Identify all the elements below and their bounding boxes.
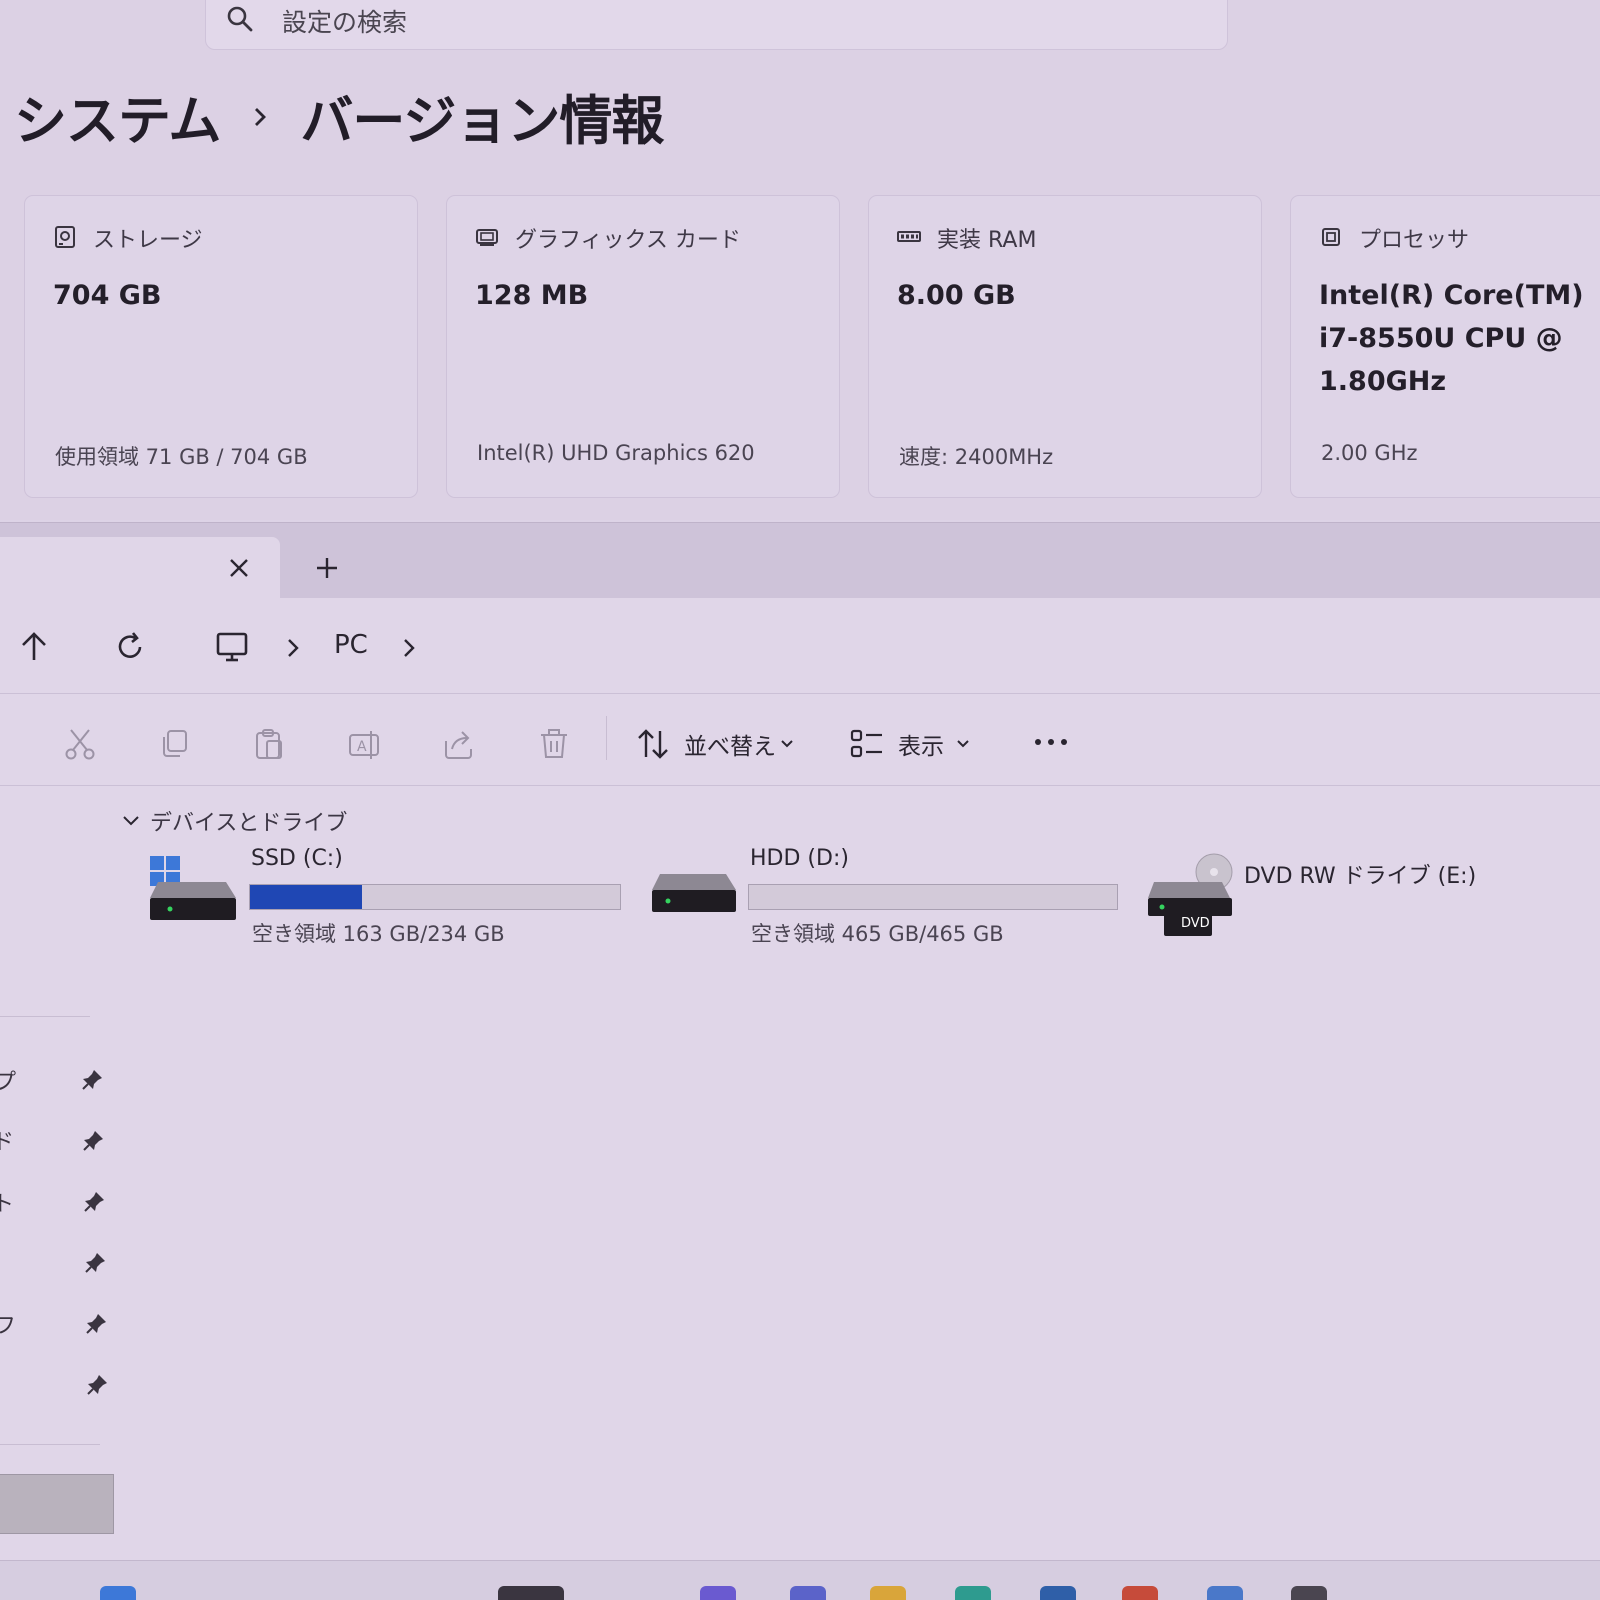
toolbar-divider	[606, 716, 607, 760]
copy-icon[interactable]	[158, 727, 192, 761]
graphics-card[interactable]: グラフィックス カード 128 MB Intel(R) UHD Graphics…	[446, 195, 840, 498]
card-label: グラフィックス カード	[515, 228, 741, 253]
drive-name: DVD RW ドライブ (E:)	[1244, 864, 1477, 889]
drive-name: SSD (C:)	[251, 846, 343, 871]
rename-icon[interactable]: A	[347, 727, 381, 761]
search-placeholder: 設定の検索	[282, 8, 408, 37]
page-title: バージョン情報	[300, 91, 664, 152]
drive-free-space: 空き領域 465 GB/465 GB	[751, 922, 1004, 946]
drive-name: HDD (D:)	[750, 846, 849, 871]
sort-button[interactable]: 並べ替え	[684, 727, 776, 761]
breadcrumb: システム バージョン情報	[14, 79, 664, 155]
pin-icon[interactable]	[83, 1251, 107, 1275]
card-subtext: 使用領域 71 GB / 704 GB	[55, 445, 308, 469]
chevron-right-icon	[255, 108, 267, 126]
card-subtext: 速度: 2400MHz	[899, 445, 1054, 469]
card-value: Intel(R) Core(TM) i7-8550U CPU @ 1.80GHz	[1319, 280, 1584, 397]
card-subtext: 2.00 GHz	[1321, 441, 1418, 465]
share-icon[interactable]	[442, 727, 476, 761]
drive-usage-fill	[250, 885, 363, 909]
pin-icon[interactable]	[85, 1373, 109, 1397]
mail-taskbar-icon[interactable]	[1207, 1586, 1243, 1600]
cut-icon[interactable]	[63, 727, 97, 761]
chevron-right-icon[interactable]	[284, 638, 302, 658]
card-value: 8.00 GB	[897, 280, 1016, 311]
drive-free-space: 空き領域 163 GB/234 GB	[252, 922, 505, 946]
start-button[interactable]	[100, 1586, 136, 1600]
windows-drive-icon	[150, 856, 236, 920]
delete-icon[interactable]	[537, 727, 571, 761]
search-icon	[227, 6, 253, 32]
breadcrumb-system[interactable]: システム	[14, 79, 221, 155]
chevron-right-icon[interactable]	[400, 638, 418, 658]
card-value: 704 GB	[53, 280, 162, 311]
view-icon[interactable]	[850, 727, 884, 761]
processor-card[interactable]: プロセッサ Intel(R) Core(TM) i7-8550U CPU @ 1…	[1290, 195, 1600, 498]
address-location[interactable]: PC	[334, 630, 368, 660]
pin-icon[interactable]	[84, 1312, 108, 1336]
settings-taskbar-icon[interactable]	[1291, 1586, 1327, 1600]
chevron-down-icon[interactable]	[780, 738, 794, 750]
sidebar-divider	[0, 1444, 100, 1445]
more-options-icon[interactable]	[1034, 735, 1068, 749]
pin-icon[interactable]	[80, 1068, 104, 1092]
up-arrow-icon[interactable]	[17, 630, 51, 664]
dvd-badge: DVD	[1181, 916, 1210, 931]
edge-taskbar-icon[interactable]	[955, 1586, 991, 1600]
taskbar-app-icon[interactable]	[790, 1586, 826, 1600]
command-bar	[0, 694, 1600, 786]
sidebar-item-label[interactable]: ド	[0, 1124, 14, 1156]
ram-card[interactable]: 実装 RAM 8.00 GB 速度: 2400MHz	[868, 195, 1262, 498]
hard-drive-icon	[652, 874, 736, 912]
card-label: プロセッサ	[1359, 228, 1470, 253]
card-label: ストレージ	[93, 228, 203, 253]
sort-icon[interactable]	[636, 727, 670, 761]
refresh-icon[interactable]	[113, 630, 147, 664]
chevron-down-icon[interactable]	[122, 812, 140, 830]
view-button[interactable]: 表示	[898, 727, 944, 761]
pin-icon[interactable]	[82, 1190, 106, 1214]
card-label: 実装 RAM	[937, 228, 1037, 253]
settings-search-box[interactable]: 設定の検索	[205, 0, 1228, 50]
graphics-card-icon	[476, 229, 498, 246]
chevron-down-icon[interactable]	[956, 738, 970, 750]
sidebar-item-label[interactable]: プ	[0, 1064, 16, 1096]
storage-icon	[55, 226, 75, 248]
ram-icon	[897, 231, 921, 242]
processor-icon	[1322, 228, 1340, 246]
card-subtext: Intel(R) UHD Graphics 620	[477, 441, 755, 465]
sidebar-divider	[0, 1016, 90, 1017]
svg-text:A: A	[357, 739, 367, 755]
paste-icon[interactable]	[252, 727, 286, 761]
taskbar-app-icon[interactable]	[498, 1586, 564, 1600]
taskbar-app-icon[interactable]	[1122, 1586, 1158, 1600]
storage-card[interactable]: ストレージ 704 GB 使用領域 71 GB / 704 GB	[24, 195, 418, 498]
drive-item-e[interactable]: DVD DVD RW ドライブ (E:)	[1144, 852, 1564, 942]
drive-usage-bar	[249, 884, 621, 910]
drive-usage-bar	[748, 884, 1118, 910]
file-explorer-taskbar-icon[interactable]	[870, 1586, 906, 1600]
taskbar-app-icon[interactable]	[700, 1586, 736, 1600]
monitor-icon[interactable]	[215, 630, 249, 664]
drive-item-c[interactable]: SSD (C:) 空き領域 163 GB/234 GB	[146, 846, 626, 946]
sidebar-selected-item[interactable]	[0, 1474, 114, 1534]
card-value: 128 MB	[475, 280, 589, 311]
close-icon[interactable]	[226, 555, 252, 581]
section-title-devices[interactable]: デバイスとドライブ	[150, 805, 347, 837]
sidebar-item-label[interactable]: フ	[0, 1308, 16, 1340]
store-taskbar-icon[interactable]	[1040, 1586, 1076, 1600]
drive-item-d[interactable]: HDD (D:) 空き領域 465 GB/465 GB	[650, 846, 1130, 946]
pin-icon[interactable]	[81, 1129, 105, 1153]
sidebar-item-label[interactable]: ト	[0, 1186, 14, 1218]
plus-icon[interactable]	[314, 555, 340, 581]
